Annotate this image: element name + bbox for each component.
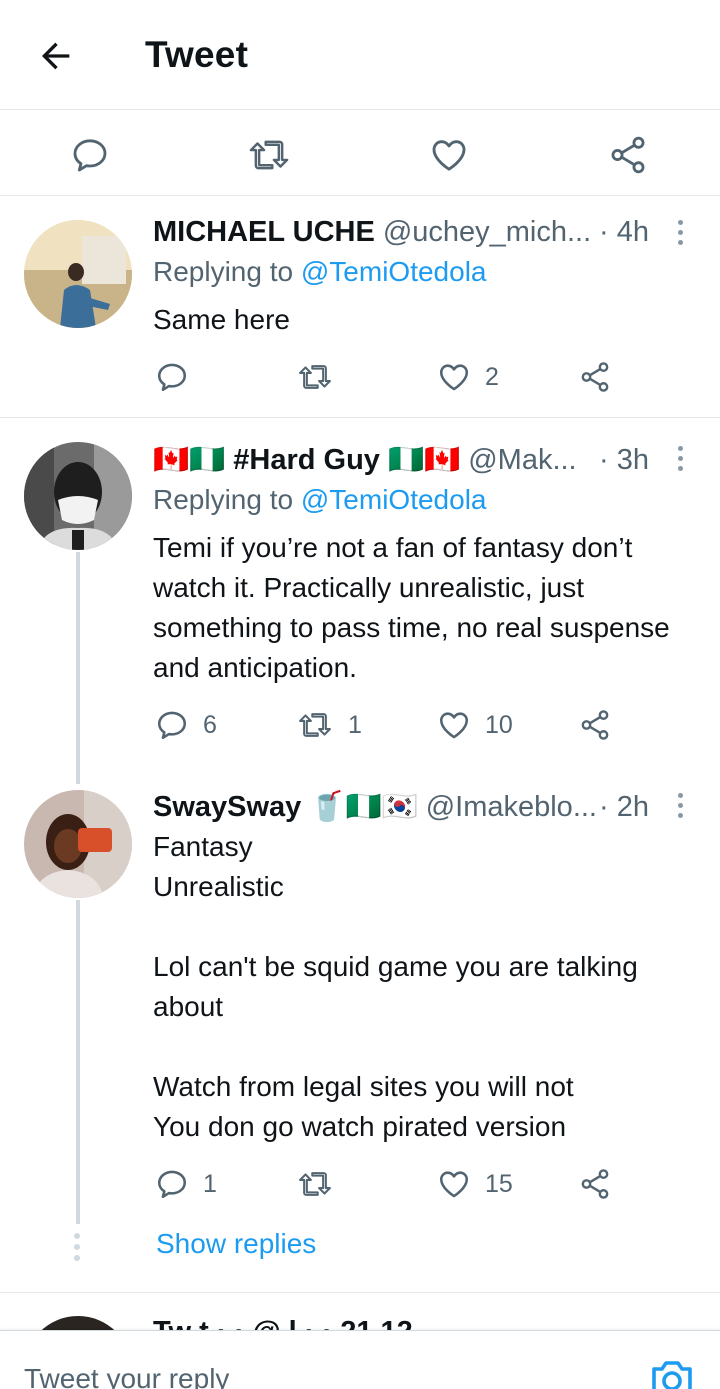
- main-tweet-action-bar: [0, 111, 720, 196]
- retweet-button[interactable]: [296, 355, 348, 399]
- timestamp[interactable]: · 3h: [599, 444, 649, 477]
- like-button[interactable]: 2: [437, 355, 499, 399]
- more-options-button[interactable]: [668, 787, 692, 823]
- share-icon: [581, 362, 609, 392]
- camera-button[interactable]: [648, 1359, 696, 1389]
- reply-count: 1: [203, 1169, 217, 1198]
- mention-link[interactable]: @TemiOtedola: [301, 256, 487, 287]
- reply-icon: [157, 1170, 187, 1199]
- reply-tweet[interactable]: 🇨🇦🇳🇬 #Hard Guy 🇳🇬🇨🇦 @Mak... · 3h Replyin…: [0, 418, 720, 778]
- display-name[interactable]: SwaySway 🥤🇳🇬🇰🇷: [153, 790, 418, 824]
- reply-tweet[interactable]: SwaySway 🥤🇳🇬🇰🇷 @Imakeblo... · 2h Fantasy…: [0, 766, 720, 1226]
- timestamp[interactable]: · 4h: [599, 216, 649, 249]
- page-title: Tweet: [145, 34, 249, 75]
- reply-button[interactable]: 1: [155, 1162, 217, 1206]
- share-button[interactable]: [602, 129, 654, 181]
- user-handle[interactable]: @Mak...: [468, 444, 576, 477]
- replying-to: Replying to @TemiOtedola: [153, 484, 486, 516]
- mention-link[interactable]: @TemiOtedola: [301, 484, 487, 515]
- like-icon: [432, 140, 466, 171]
- like-button[interactable]: [423, 129, 475, 181]
- retweet-button[interactable]: [243, 129, 295, 181]
- reply-tweet[interactable]: MICHAEL UCHE @uchey_mich... · 4h Replyin…: [0, 196, 720, 418]
- share-icon: [611, 136, 645, 174]
- reply-composer-bar: Tweet your reply: [0, 1330, 720, 1389]
- retweet-icon: [249, 140, 289, 170]
- thread-more-dots: [74, 1233, 80, 1261]
- reply-button[interactable]: 6: [155, 703, 217, 747]
- share-button[interactable]: [578, 1162, 612, 1206]
- back-button[interactable]: [34, 34, 78, 78]
- like-count: 2: [485, 362, 499, 391]
- retweet-icon: [299, 713, 331, 737]
- like-button[interactable]: 15: [437, 1162, 513, 1206]
- tweet-text: Temi if you’re not a fan of fantasy don’…: [153, 532, 670, 683]
- avatar[interactable]: [24, 790, 132, 898]
- avatar[interactable]: [24, 220, 132, 328]
- reply-icon: [73, 139, 107, 172]
- replying-to: Replying to @TemiOtedola: [153, 256, 486, 288]
- retweet-icon: [299, 365, 331, 389]
- retweet-button[interactable]: [296, 1162, 348, 1206]
- like-count: 15: [485, 1169, 513, 1198]
- share-icon: [581, 710, 609, 740]
- user-handle[interactable]: @Imakeblo...: [426, 791, 597, 824]
- reply-button[interactable]: [155, 355, 203, 399]
- retweet-icon: [299, 1172, 331, 1196]
- reply-icon: [157, 711, 187, 740]
- arrow-left-icon: [42, 42, 70, 70]
- tweet-text: Same here: [153, 304, 290, 335]
- like-icon: [439, 712, 469, 739]
- retweet-button[interactable]: 1: [296, 703, 362, 747]
- reply-input[interactable]: Tweet your reply: [24, 1363, 229, 1389]
- partial-reply-tweet[interactable]: Tw t · · @ l · · 21 12: [0, 1292, 720, 1332]
- avatar[interactable]: [24, 442, 132, 550]
- like-button[interactable]: 10: [437, 703, 513, 747]
- reply-icon: [157, 363, 187, 392]
- retweet-count: 1: [348, 710, 362, 739]
- camera-icon: [652, 1361, 692, 1389]
- share-button[interactable]: [578, 703, 612, 747]
- timestamp[interactable]: · 2h: [599, 791, 649, 824]
- replying-to-label: Replying to: [153, 256, 294, 287]
- more-options-button[interactable]: [668, 214, 692, 250]
- display-name[interactable]: 🇨🇦🇳🇬 #Hard Guy 🇳🇬🇨🇦: [153, 443, 460, 477]
- show-replies-link[interactable]: Show replies: [156, 1228, 316, 1260]
- reply-count: 6: [203, 710, 217, 739]
- user-handle[interactable]: @uchey_mich...: [383, 216, 591, 249]
- tweet-text: Fantasy Unrealistic Lol can't be squid g…: [153, 831, 638, 1142]
- display-name[interactable]: MICHAEL UCHE: [153, 216, 375, 249]
- like-icon: [439, 364, 469, 391]
- like-count: 10: [485, 710, 513, 739]
- more-options-button[interactable]: [668, 440, 692, 476]
- reply-button[interactable]: [64, 129, 116, 181]
- top-bar: Tweet: [0, 0, 720, 110]
- replying-to-label: Replying to: [153, 484, 294, 515]
- share-icon: [581, 1169, 609, 1199]
- like-icon: [439, 1171, 469, 1198]
- share-button[interactable]: [578, 355, 612, 399]
